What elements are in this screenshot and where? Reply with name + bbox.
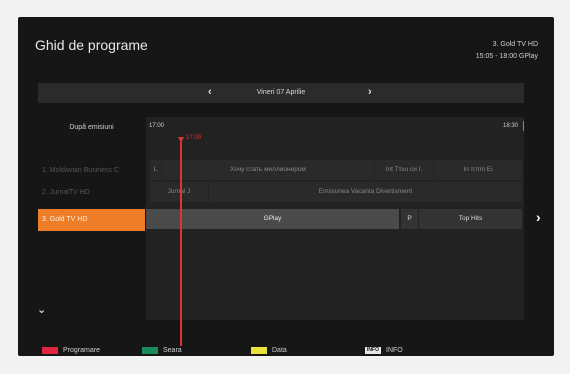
yellow-key-icon <box>251 347 267 354</box>
program-cell[interactable]: Emisiunea Vacanta Divertisment <box>209 182 522 202</box>
now-playing-channel: 3. Gold TV HD <box>492 41 538 48</box>
legend-label: Programare <box>63 347 100 354</box>
info-key-icon: INFO <box>365 347 381 354</box>
program-cell[interactable]: Top Hits <box>419 209 522 229</box>
now-playing-info: 3. Gold TV HD 15:05 - 18:00 GPlay <box>476 39 538 63</box>
timeline-header: 17:00 18:30 <box>146 117 524 153</box>
filter-by-programs-button[interactable]: Dupã emisiuni <box>38 117 145 139</box>
chevron-right-icon[interactable]: › <box>536 209 541 225</box>
red-key-icon <box>42 347 58 354</box>
program-cell[interactable]: L <box>150 160 161 180</box>
chevron-down-icon[interactable]: ⌄ <box>37 303 46 316</box>
date-navigator: ‹ Vineri 07 Aprilie › <box>38 83 524 103</box>
legend-label: INFO <box>386 347 403 354</box>
program-cell[interactable]: Ιn ππm Ει <box>434 160 522 180</box>
legend-data[interactable]: Data <box>251 347 287 354</box>
timeline-end: 18:30 <box>502 123 518 129</box>
channel-3-selected[interactable]: 3. Gold TV HD <box>38 209 145 231</box>
channel-1[interactable]: 1. Moldavian Business C <box>38 160 145 182</box>
timeline-start: 17:00 <box>149 123 165 129</box>
legend-label: Seara <box>163 347 182 354</box>
legend-seara[interactable]: Seara <box>142 347 182 354</box>
green-key-icon <box>142 347 158 354</box>
program-cell-selected[interactable]: GPlay <box>146 209 399 229</box>
legend-programare[interactable]: Programare <box>42 347 100 354</box>
program-cell[interactable]: Хочу стать миллионером <box>162 160 374 180</box>
channel-2[interactable]: 2. JurnalTV HD <box>38 182 145 204</box>
legend-info[interactable]: INFO INFO <box>365 347 403 354</box>
program-cell[interactable]: P <box>401 209 418 229</box>
chevron-right-icon[interactable]: › <box>368 86 372 98</box>
current-date: Vineri 07 Aprilie <box>256 89 306 96</box>
epg-screen: Ghid de programe 3. Gold TV HD 15:05 - 1… <box>18 17 554 356</box>
now-line <box>180 142 182 346</box>
program-cell[interactable]: Jurnal J <box>150 182 208 202</box>
page-title: Ghid de programe <box>35 37 148 53</box>
timeline-end-tick <box>523 121 524 131</box>
legend-label: Data <box>272 347 287 354</box>
now-time-label: 17:09 <box>186 135 202 141</box>
now-playing-program: 15:05 - 18:00 GPlay <box>475 53 538 60</box>
program-cell[interactable]: Ιnt Ττνu си Ι. <box>375 160 433 180</box>
